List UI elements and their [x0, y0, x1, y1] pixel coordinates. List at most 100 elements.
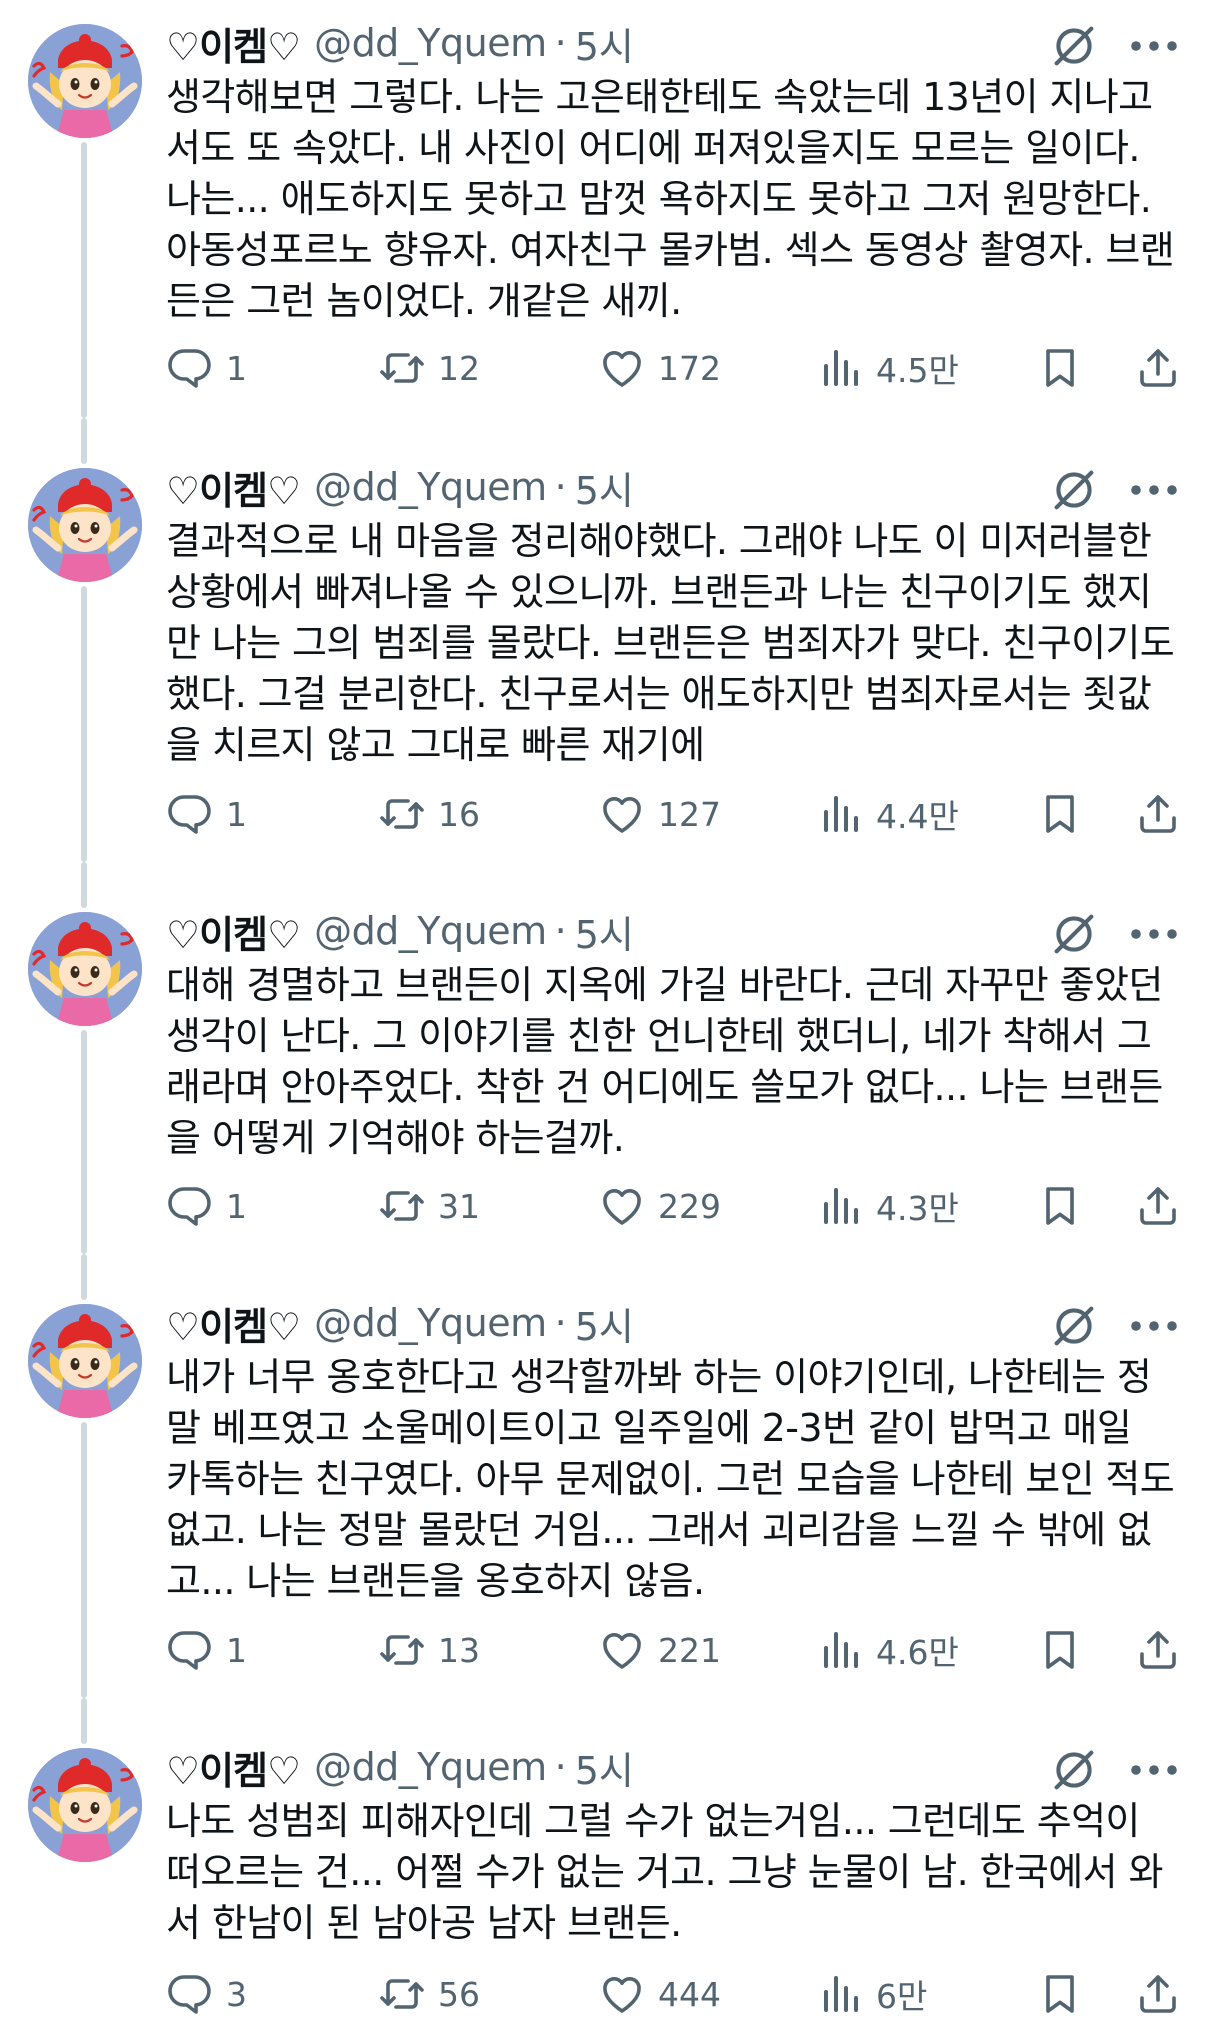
retweets-count: 31 — [438, 1186, 480, 1226]
grok-icon[interactable] — [1048, 464, 1100, 516]
display-name[interactable]: ♡이켐♡ — [166, 16, 301, 71]
tweet-header: ♡이켐♡ @dd_Yquem · 5시 — [166, 1296, 634, 1351]
views-button[interactable]: 4.5만 — [816, 338, 959, 398]
retweets-count: 13 — [438, 1630, 480, 1670]
bookmark-button[interactable] — [1036, 338, 1084, 398]
thread-connector-top — [81, 1254, 87, 1300]
retweets-count: 16 — [438, 794, 480, 834]
display-name[interactable]: ♡이켐♡ — [166, 1740, 301, 1795]
thread-connector — [81, 142, 87, 418]
tweet-text-line: 떠오르는 건... 어쩔 수가 없는 거고. 그냥 눈물이 남. 한국에서 와 — [166, 1850, 1163, 1894]
like-button[interactable]: 172 — [598, 338, 721, 398]
reply-icon — [166, 344, 214, 392]
grok-icon[interactable] — [1048, 1744, 1100, 1796]
thread-connector-top — [81, 418, 87, 464]
timestamp[interactable]: 5시 — [575, 460, 634, 515]
like-button[interactable]: 221 — [598, 1620, 721, 1680]
retweet-button[interactable]: 56 — [378, 1964, 480, 2024]
timestamp[interactable]: 5시 — [575, 904, 634, 959]
tweet-text-line: 든은 그런 놈이었다. 개같은 새끼. — [166, 279, 682, 323]
views-count: 4.4만 — [876, 797, 959, 836]
tweet-text: 나도 성범죄 피해자인데 그럴 수가 없는거임... 그런데도 추억이 떠오르는 … — [166, 1796, 1166, 1949]
retweet-button[interactable]: 13 — [378, 1620, 480, 1680]
grok-icon[interactable] — [1048, 908, 1100, 960]
like-icon — [598, 344, 646, 392]
reply-button[interactable]: 1 — [166, 1176, 247, 1236]
share-button[interactable] — [1134, 784, 1182, 844]
retweet-icon — [378, 790, 426, 838]
retweet-icon — [378, 1970, 426, 2018]
display-name[interactable]: ♡이켐♡ — [166, 904, 301, 959]
more-icon[interactable] — [1128, 26, 1180, 66]
tweet-text-line: 카톡하는 친구였다. 아무 문제없이. 그런 모습을 나한테 보인 적도 — [166, 1457, 1175, 1501]
like-button[interactable]: 444 — [598, 1964, 721, 2024]
avatar[interactable] — [28, 1304, 142, 1418]
tweet-header: ♡이켐♡ @dd_Yquem · 5시 — [166, 460, 634, 515]
avatar[interactable] — [28, 912, 142, 1026]
bookmark-icon — [1036, 1626, 1084, 1674]
like-icon — [598, 1182, 646, 1230]
bookmark-button[interactable] — [1036, 1964, 1084, 2024]
views-button[interactable]: 4.4만 — [816, 784, 959, 844]
tweet-text: 생각해보면 그렇다. 나는 고은태한테도 속았는데 13년이 지나고 서도 또 속… — [166, 72, 1175, 327]
likes-count: 172 — [658, 348, 721, 388]
bookmark-button[interactable] — [1036, 1620, 1084, 1680]
avatar[interactable] — [28, 24, 142, 138]
avatar[interactable] — [28, 1748, 142, 1862]
more-icon[interactable] — [1128, 1750, 1180, 1790]
share-button[interactable] — [1134, 1620, 1182, 1680]
thread-connector — [81, 1030, 87, 1254]
retweets-count: 56 — [438, 1974, 480, 2014]
views-icon — [816, 790, 864, 838]
views-icon — [816, 1970, 864, 2018]
grok-icon[interactable] — [1048, 20, 1100, 72]
retweet-button[interactable]: 31 — [378, 1176, 480, 1236]
retweets-count: 12 — [438, 348, 480, 388]
tweet-header: ♡이켐♡ @dd_Yquem · 5시 — [166, 904, 634, 959]
reply-button[interactable]: 3 — [166, 1964, 247, 2024]
views-button[interactable]: 4.3만 — [816, 1176, 959, 1236]
user-handle[interactable]: @dd_Yquem — [314, 465, 547, 509]
share-button[interactable] — [1134, 1964, 1182, 2024]
bookmark-button[interactable] — [1036, 1176, 1084, 1236]
replies-count: 3 — [226, 1974, 247, 2014]
user-handle[interactable]: @dd_Yquem — [314, 1301, 547, 1345]
user-handle[interactable]: @dd_Yquem — [314, 1745, 547, 1789]
more-icon[interactable] — [1128, 1306, 1180, 1346]
user-handle[interactable]: @dd_Yquem — [314, 21, 547, 65]
reply-button[interactable]: 1 — [166, 1620, 247, 1680]
tweet-text-line: 을 치르지 않고 그대로 빠른 재기에 — [166, 723, 705, 767]
share-button[interactable] — [1134, 338, 1182, 398]
like-button[interactable]: 127 — [598, 784, 721, 844]
tweet-text-line: 결과적으로 내 마음을 정리해야했다. 그래야 나도 이 미저러블한 — [166, 519, 1152, 563]
replies-count: 1 — [226, 1186, 247, 1226]
bookmark-icon — [1036, 1182, 1084, 1230]
reply-button[interactable]: 1 — [166, 338, 247, 398]
timestamp[interactable]: 5시 — [575, 1296, 634, 1351]
display-name[interactable]: ♡이켐♡ — [166, 460, 301, 515]
more-icon[interactable] — [1128, 470, 1180, 510]
avatar[interactable] — [28, 468, 142, 582]
views-icon — [816, 1182, 864, 1230]
retweet-button[interactable]: 12 — [378, 338, 480, 398]
user-handle[interactable]: @dd_Yquem — [314, 909, 547, 953]
views-button[interactable]: 4.6만 — [816, 1620, 959, 1680]
tweet-text-line: 말 베프였고 소울메이트이고 일주일에 2-3번 같이 밥먹고 매일 — [166, 1406, 1132, 1450]
tweet-header: ♡이켐♡ @dd_Yquem · 5시 — [166, 1740, 634, 1795]
timestamp[interactable]: 5시 — [575, 16, 634, 71]
views-icon — [816, 1626, 864, 1674]
like-button[interactable]: 229 — [598, 1176, 721, 1236]
views-button[interactable]: 6만 — [816, 1964, 927, 2024]
timestamp[interactable]: 5시 — [575, 1740, 634, 1795]
share-button[interactable] — [1134, 1176, 1182, 1236]
reply-button[interactable]: 1 — [166, 784, 247, 844]
bookmark-icon — [1036, 1970, 1084, 2018]
tweet-text-line: 내가 너무 옹호한다고 생각할까봐 하는 이야기인데, 나한테는 정 — [166, 1355, 1152, 1399]
retweet-button[interactable]: 16 — [378, 784, 480, 844]
more-icon[interactable] — [1128, 914, 1180, 954]
replies-count: 1 — [226, 348, 247, 388]
tweet-text-line: 래라며 안아주었다. 착한 건 어디에도 쓸모가 없다... 나는 브랜든 — [166, 1065, 1163, 1109]
grok-icon[interactable] — [1048, 1300, 1100, 1352]
bookmark-button[interactable] — [1036, 784, 1084, 844]
display-name[interactable]: ♡이켐♡ — [166, 1296, 301, 1351]
